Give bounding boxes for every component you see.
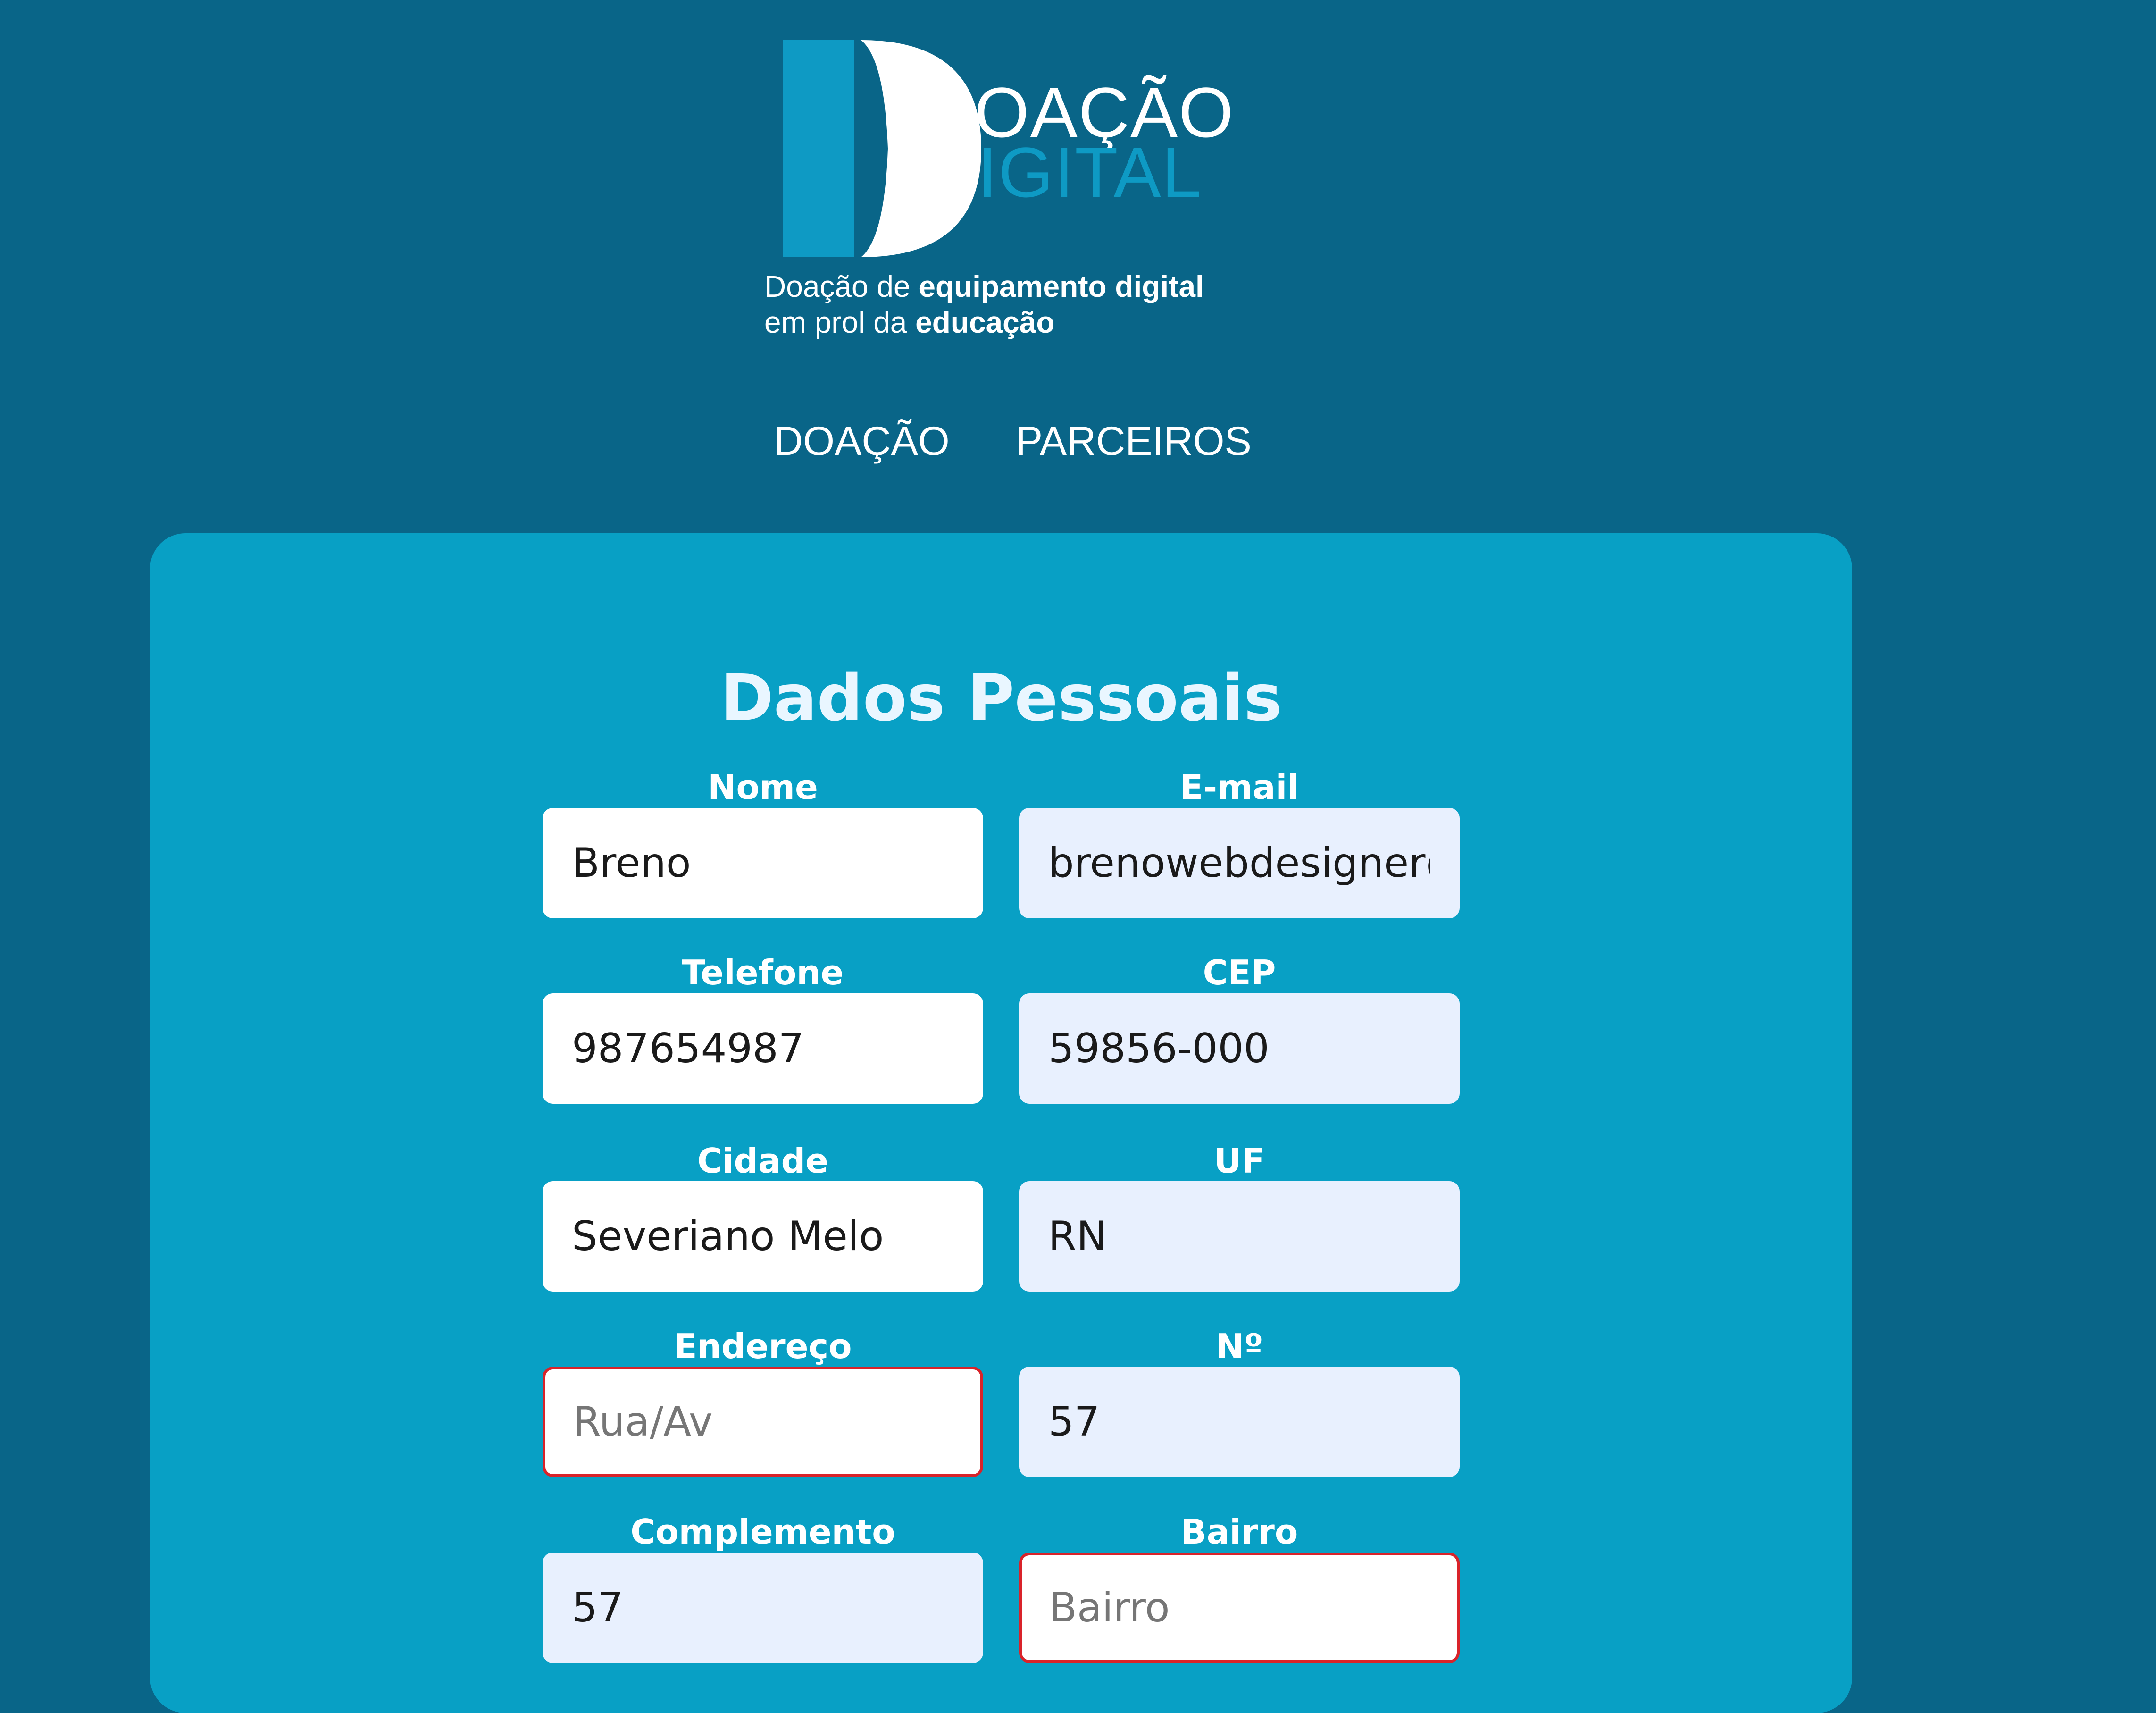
cep-label: CEP [1203,953,1276,992]
nome-label: Nome [708,767,818,807]
bairro-input[interactable] [1019,1553,1460,1663]
tagline-line-2: em prol da educação [764,304,1204,340]
nav-link-parceiros[interactable]: PARCEIROS [1016,415,1252,467]
form-title: Dados Pessoais [720,661,1282,736]
numero-input[interactable] [1019,1367,1460,1477]
email-label: E-mail [1179,767,1299,807]
tagline-line-1: Doação de equipamento digital [764,269,1204,304]
tagline-text: em prol da [764,305,916,339]
cidade-input[interactable] [543,1181,983,1292]
tagline-text: Doação de [764,269,919,303]
cep-input[interactable] [1019,993,1460,1104]
logo-bar-shape [783,40,854,257]
site-logo[interactable]: OAÇÃO IGITAL Doação de equipamento digit… [764,40,1250,344]
telefone-label: Telefone [682,953,844,992]
logo-d-curve-shape [861,40,981,257]
nome-input[interactable] [543,808,983,918]
cidade-label: Cidade [697,1141,828,1181]
nav-link-doacao[interactable]: DOAÇÃO [774,415,950,467]
complemento-input[interactable] [543,1553,983,1663]
logo-d-mark [783,40,981,257]
complemento-label: Complemento [630,1512,895,1552]
numero-label: Nº [1215,1327,1263,1366]
endereco-label: Endereço [674,1327,852,1366]
telefone-input[interactable] [543,993,983,1104]
logo-word-digital: IGITAL [978,133,1202,212]
tagline-emphasis: educação [915,305,1055,339]
main-nav: DOAÇÃO PARCEIROS [774,415,1252,467]
email-input[interactable] [1019,808,1460,918]
uf-label: UF [1214,1141,1265,1181]
uf-input[interactable] [1019,1181,1460,1292]
tagline-emphasis: equipamento digital [919,269,1204,303]
bairro-label: Bairro [1180,1512,1298,1552]
endereco-input[interactable] [543,1367,983,1477]
logo-tagline: Doação de equipamento digital em prol da… [764,269,1204,340]
